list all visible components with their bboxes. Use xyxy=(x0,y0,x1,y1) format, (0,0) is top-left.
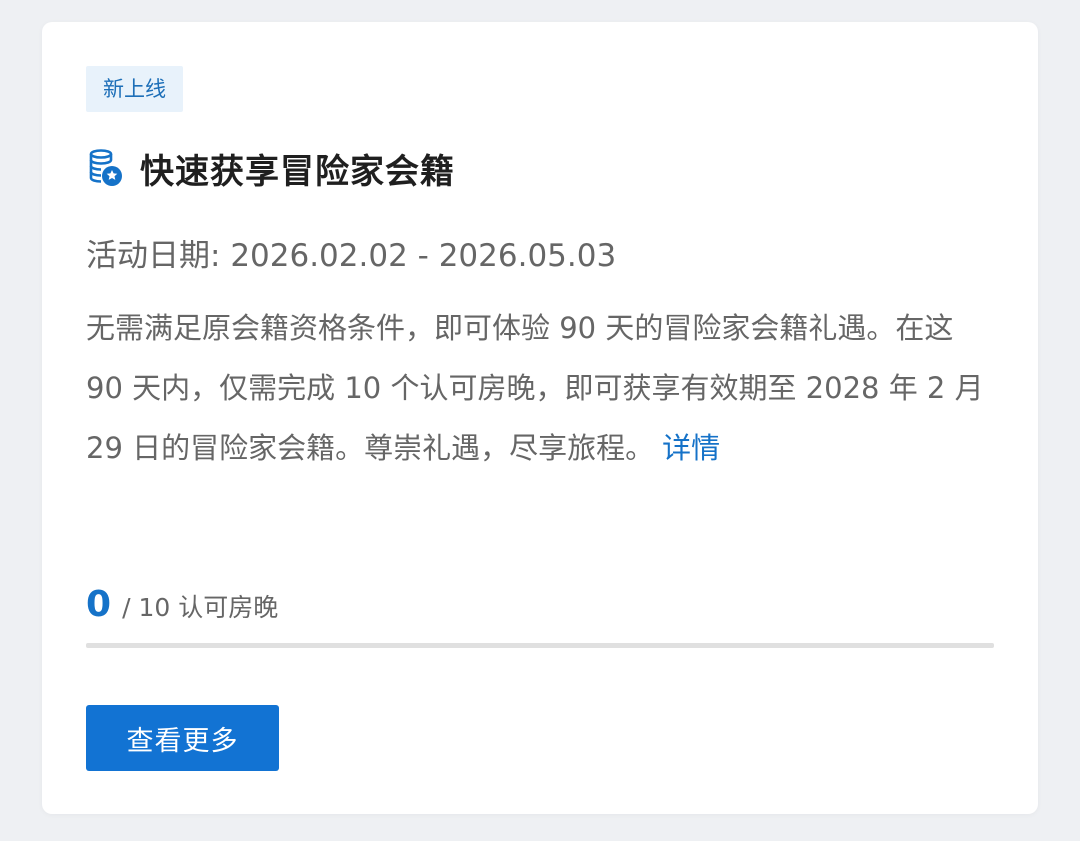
progress-bar xyxy=(86,643,994,648)
date-label: 活动日期: xyxy=(86,238,221,274)
new-badge: 新上线 xyxy=(86,66,183,112)
progress-total: / 10 认可房晚 xyxy=(122,593,279,622)
progress-text: 0 / 10 认可房晚 xyxy=(86,584,278,625)
coin-stack-icon xyxy=(89,149,122,186)
activity-date: 活动日期: 2026.02.02 - 2026.05.03 xyxy=(86,230,616,275)
title-row: 快速获享冒险家会籍 xyxy=(88,144,455,192)
progress-current: 0 xyxy=(86,584,112,625)
date-range: 2026.02.02 - 2026.05.03 xyxy=(230,238,617,274)
details-link[interactable]: 详情 xyxy=(662,431,720,465)
description: 无需满足原会籍资格条件，即可体验 90 天的冒险家会籍礼遇。在这 90 天内，仅… xyxy=(86,298,998,478)
card-title: 快速获享冒险家会籍 xyxy=(140,151,455,192)
description-text: 无需满足原会籍资格条件，即可体验 90 天的冒险家会籍礼遇。在这 90 天内，仅… xyxy=(86,311,984,465)
promotion-card: 新上线 快速获享冒险家会籍 活动日期: 2026.02.02 - 2026.05… xyxy=(42,22,1038,814)
view-more-button[interactable]: 查看更多 xyxy=(86,705,279,771)
